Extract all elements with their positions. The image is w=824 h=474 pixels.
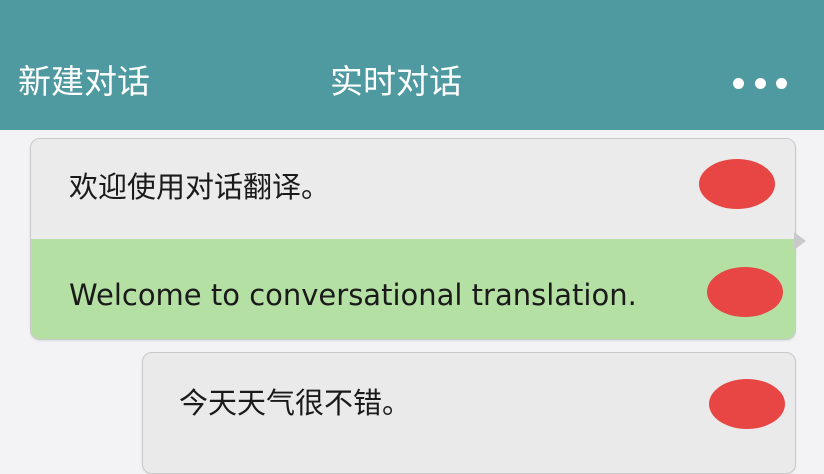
audio-play-icon[interactable] (709, 379, 785, 429)
message-bubble[interactable]: 欢迎使用对话翻译。 Welcome to conversational tran… (30, 138, 796, 340)
more-options-button[interactable] (733, 72, 787, 94)
audio-play-icon[interactable] (707, 267, 783, 317)
source-message: 欢迎使用对话翻译。 (31, 139, 795, 239)
page-title: 实时对话 (330, 62, 462, 101)
translation-message: Welcome to conversational translation. (31, 239, 795, 339)
more-dots-icon (776, 77, 787, 89)
message-bubble[interactable]: 今天天气很不错。 (142, 352, 796, 474)
app-header: 新建对话 实时对话 (0, 0, 824, 130)
translation-text: Welcome to conversational translation. (69, 278, 637, 312)
source-text: 今天天气很不错。 (179, 386, 412, 420)
more-dots-icon (733, 77, 744, 89)
source-text: 欢迎使用对话翻译。 (69, 170, 331, 204)
audio-play-icon[interactable] (699, 159, 775, 209)
bubble-tail (794, 232, 806, 250)
new-conversation-button[interactable]: 新建对话 (18, 62, 150, 102)
more-dots-icon (754, 77, 766, 89)
